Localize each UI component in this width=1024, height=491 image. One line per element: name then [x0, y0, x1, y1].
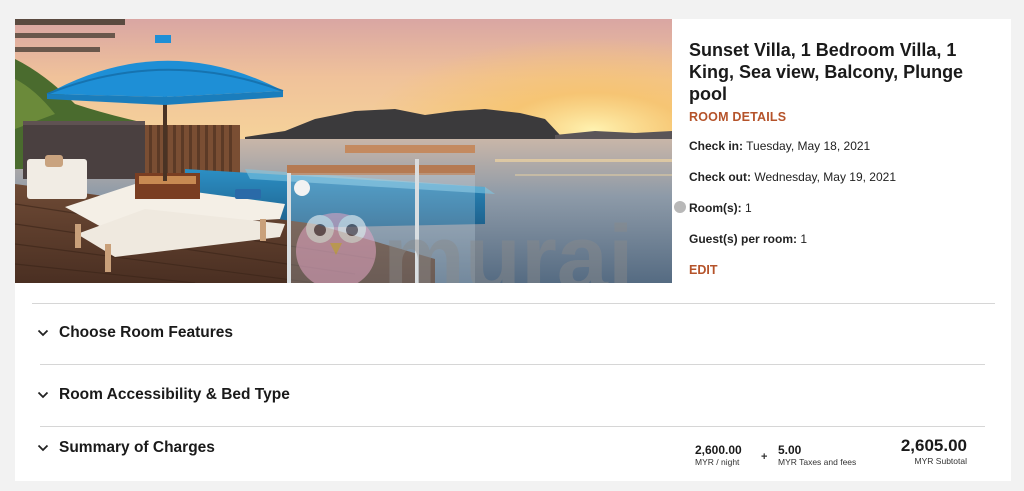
check-out-label: Check out:: [689, 170, 752, 184]
rooms-label: Room(s):: [689, 201, 742, 215]
check-out-value: Wednesday, May 19, 2021: [754, 170, 897, 184]
divider: [32, 303, 995, 304]
subtotal: 2,605.00 MYR Subtotal: [887, 436, 967, 467]
check-out-line: Check out: Wednesday, May 19, 2021: [689, 170, 989, 185]
room-title: Sunset Villa, 1 Bedroom Villa, 1 King, S…: [689, 40, 964, 104]
chevron-down-icon: [37, 326, 55, 340]
carousel-dot[interactable]: [674, 201, 686, 213]
accordion-label: Choose Room Features: [59, 324, 233, 341]
subtotal-label: MYR Subtotal: [914, 456, 967, 466]
divider: [40, 426, 985, 427]
taxes-label: MYR Taxes and fees: [778, 457, 857, 467]
rooms-line: Room(s): 1: [689, 201, 989, 216]
nightly-amount: 2,600.00: [695, 443, 742, 457]
watermark-owl-icon: [296, 213, 376, 283]
room-hero-image: murai: [15, 19, 672, 283]
room-details-panel: Sunset Villa, 1 Bedroom Villa, 1 King, S…: [689, 39, 989, 277]
nightly-rate: 2,600.00 MYR / night: [695, 443, 742, 468]
chevron-down-icon: [37, 388, 55, 402]
plus-sign: +: [761, 451, 768, 463]
subtotal-amount: 2,605.00: [900, 436, 967, 455]
chevron-down-icon: [37, 441, 55, 455]
taxes-fees: 5.00 MYR Taxes and fees: [778, 443, 856, 468]
accordion-accessibility-bed-type[interactable]: Room Accessibility & Bed Type: [37, 386, 290, 404]
villa-photo: murai: [15, 19, 672, 283]
accordion-label: Room Accessibility & Bed Type: [59, 386, 290, 403]
guests-label: Guest(s) per room:: [689, 232, 798, 246]
guests-line: Guest(s) per room: 1: [689, 232, 989, 247]
rooms-value: 1: [745, 201, 752, 215]
guests-value: 1: [800, 232, 808, 246]
booking-card: murai Sunset Villa, 1 Bedroom Villa, 1 K…: [15, 19, 1011, 481]
edit-link[interactable]: EDIT: [689, 263, 989, 277]
charges-summary: 2,600.00 MYR / night + 5.00 MYR Taxes an…: [695, 436, 985, 479]
room-details-link[interactable]: ROOM DETAILS: [689, 110, 989, 124]
taxes-amount: 5.00: [778, 443, 802, 457]
check-in-value: Tuesday, May 18, 2021: [746, 139, 871, 153]
accordion-summary-of-charges[interactable]: Summary of Charges: [37, 439, 215, 457]
check-in-line: Check in: Tuesday, May 18, 2021: [689, 139, 989, 154]
accordion-label: Summary of Charges: [59, 439, 215, 456]
nightly-label: MYR / night: [695, 457, 740, 467]
watermark-text: murai: [383, 207, 634, 283]
accordion-room-features[interactable]: Choose Room Features: [37, 324, 233, 342]
divider: [40, 364, 985, 365]
check-in-label: Check in:: [689, 139, 744, 153]
